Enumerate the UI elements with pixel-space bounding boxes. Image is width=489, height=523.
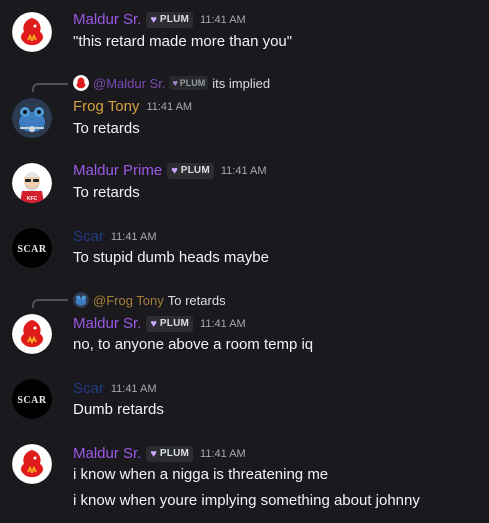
plum-badge[interactable]: ♥ PLUM [146,316,194,332]
message-text: i know when a nigga is threatening me [73,466,329,483]
reply-text: To retards [167,292,226,308]
heart-icon: ♥ [150,318,157,330]
frog-avatar-icon[interactable] [12,98,52,138]
message-text: To stupid dumb heads maybe [73,249,269,266]
red-bird-avatar-icon[interactable] [12,12,52,52]
reply-preview[interactable]: @Maldur Sr. ♥ PLUM its implied [73,74,270,92]
red-bird-avatar-icon[interactable] [12,444,52,484]
username[interactable]: Frog Tony [73,97,139,117]
reply-connector [32,83,68,92]
timestamp: 11:41 AM [200,318,246,330]
heart-icon: ♥ [150,448,157,460]
plum-badge[interactable]: ♥ PLUM [146,446,194,462]
plum-badge: ♥ PLUM [169,76,209,90]
heart-icon: ♥ [172,78,178,88]
timestamp: 11:41 AM [110,231,157,243]
scar-logo-avatar-icon[interactable]: SCAR [12,228,52,268]
heart-icon: ♥ [150,14,157,26]
message-text: Dumb retards [73,401,164,418]
timestamp: 11:41 AM [146,101,193,113]
message-text: i know when youre implying something abo… [73,492,420,509]
username[interactable]: Maldur Sr. [73,444,141,464]
username[interactable]: Maldur Sr. [73,10,141,30]
username[interactable]: Scar [73,227,104,247]
frog-avatar-icon [73,292,89,308]
timestamp: 11:41 AM [110,383,157,395]
timestamp: 11:41 AM [200,14,246,26]
svg-text:SCAR: SCAR [17,244,47,255]
svg-text:SCAR: SCAR [17,395,47,406]
plum-badge[interactable]: ♥ PLUM [146,12,194,28]
heart-icon: ♥ [171,165,178,177]
reply-connector [32,299,68,308]
username[interactable]: Maldur Sr. [73,314,141,334]
username[interactable]: Scar [73,379,104,399]
reply-author[interactable]: @Frog Tony [93,293,164,308]
svg-text:KFC: KFC [27,196,38,202]
message-text: To retards [73,120,140,137]
reply-author[interactable]: @Maldur Sr. [93,76,165,91]
colonel-avatar-icon[interactable]: KFC [12,163,52,203]
username[interactable]: Maldur Prime [73,161,162,181]
reply-text: its implied [212,75,271,91]
message-text: "this retard made more than you" [73,33,293,50]
message-text: To retards [73,184,140,201]
red-bird-avatar-icon [73,75,89,91]
plum-badge[interactable]: ♥ PLUM [167,163,214,179]
scar-logo-avatar-icon[interactable]: SCAR [12,379,52,419]
timestamp: 11:41 AM [200,448,246,460]
red-bird-avatar-icon[interactable] [12,314,52,354]
message-text: no, to anyone above a room temp iq [73,336,314,353]
reply-preview[interactable]: @Frog Tony To retards [73,291,226,309]
timestamp: 11:41 AM [220,165,267,177]
